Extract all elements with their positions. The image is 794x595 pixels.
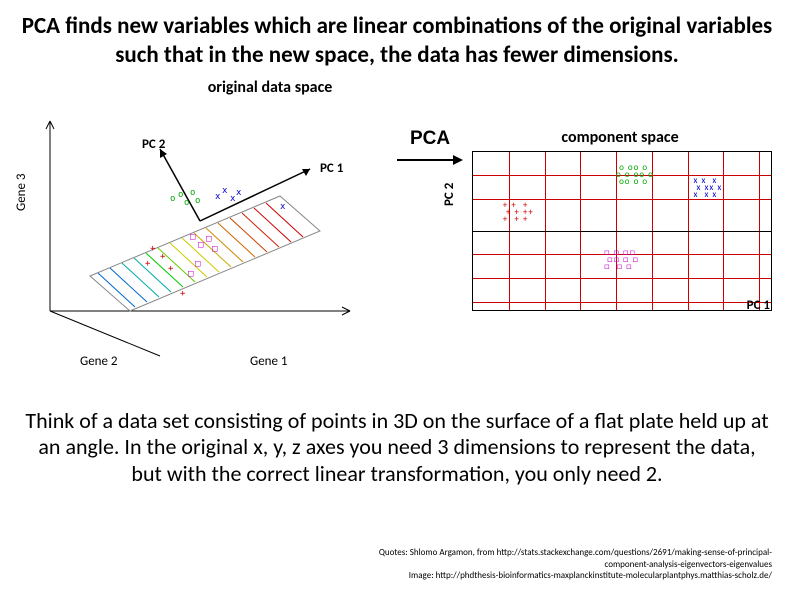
svg-text:o: o (195, 196, 200, 206)
svg-text:+: + (180, 289, 186, 299)
svg-text:x: x (222, 186, 228, 196)
chart-component-space: component space PC 2 + + + + + ++ + + + … (460, 128, 780, 348)
svg-text:+: + (168, 264, 174, 274)
arrow-icon (395, 152, 465, 168)
svg-text:o: o (178, 190, 183, 200)
svg-text:o: o (170, 194, 175, 204)
explanation-text: Think of a data set consisting of points… (0, 408, 794, 488)
svg-text:□: □ (188, 269, 194, 279)
axis-label-gene3: Gene 3 (14, 173, 29, 211)
credits: Quotes: Shlomo Argamon, from http://stat… (379, 547, 772, 581)
credit-line: component-analysis-eigenvectors-eigenval… (379, 559, 772, 570)
tilted-plane (90, 196, 320, 311)
svg-text:□: □ (212, 244, 218, 254)
svg-text:x: x (236, 188, 242, 198)
slide-title: PCA finds new variables which are linear… (0, 0, 794, 70)
pc1-arrow-label: PC 1 (320, 161, 343, 176)
credit-line: Image: http://phdthesis-bioinformatics-m… (379, 570, 772, 581)
svg-text:□: □ (198, 240, 204, 250)
svg-text:x: x (215, 192, 221, 202)
credit-line: Quotes: Shlomo Argamon, from http://stat… (379, 547, 772, 558)
svg-text:+: + (145, 259, 151, 269)
axis-label-pc1: PC 1 (747, 298, 770, 313)
chart-title-right: component space (460, 128, 780, 147)
svg-text:□: □ (190, 232, 196, 242)
axis-label-gene2: Gene 2 (80, 354, 118, 369)
plot-3d: ooooo xxxxx +++++ □□□□□□ Gene 3 Gene 2 G… (20, 101, 380, 361)
svg-text:□: □ (206, 234, 212, 244)
svg-text:o: o (184, 198, 189, 208)
axes-3d: ooooo xxxxx +++++ □□□□□□ (20, 101, 380, 361)
axis-label-pc2: PC 2 (442, 182, 457, 205)
svg-text:+: + (160, 252, 166, 262)
svg-text:x: x (280, 202, 286, 212)
pca-label: PCA (390, 128, 470, 150)
pc2-arrow-label: PC 2 (142, 137, 165, 152)
svg-text:□: □ (195, 259, 201, 269)
pca-transform-arrow: PCA (390, 128, 470, 168)
axis-label-gene1: Gene 1 (250, 354, 288, 369)
svg-text:+: + (150, 244, 156, 254)
plot-2d: + + + + + ++ + + + o oo o o o oo o oo o … (472, 151, 772, 311)
chart-title-left: original data space (140, 78, 400, 97)
figure: original data space (0, 78, 794, 398)
chart-original-space: original data space (20, 78, 400, 388)
